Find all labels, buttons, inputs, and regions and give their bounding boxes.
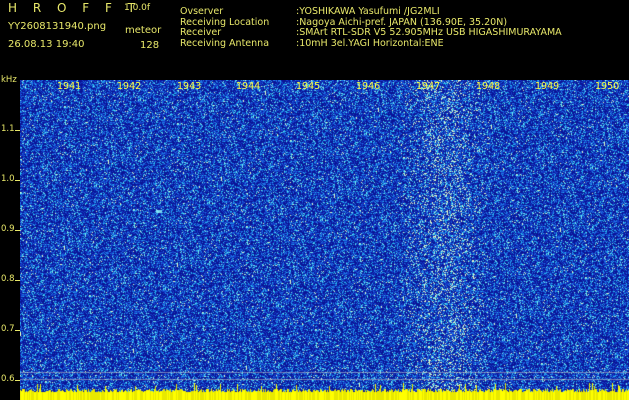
image-filename: YY2608131940.png (8, 21, 107, 32)
info-row-observer: Ovserver :YOSHIKAWA Yasufumi /JG2MLI (180, 6, 562, 17)
waterfall-canvas (20, 80, 629, 400)
capture-datetime: 26.08.13 19:40 (8, 39, 85, 50)
frequency-unit-label: kHz (1, 75, 17, 85)
app-logo: H R O F F T (8, 1, 142, 15)
app-version: 1.0.0f (124, 3, 151, 13)
info-row-receiver: Receiver :SMArt RTL-SDR V5 52.905MHz USB… (180, 27, 562, 38)
waterfall-spectrogram (20, 80, 629, 400)
info-key: Receiving Antenna (180, 37, 270, 49)
time-tick-label: 1946 (356, 81, 381, 92)
header-panel: H R O F F T 1.0.0f YY2608131940.png 26.0… (0, 0, 629, 80)
freq-tick-label: 0.6 (1, 374, 15, 384)
time-tick-label: 1944 (236, 81, 261, 92)
time-tick-label: 1949 (535, 81, 560, 92)
freq-tick-label: 1.0 (1, 174, 15, 184)
info-key: Receiving Location (180, 16, 270, 28)
info-value: :SMArt RTL-SDR V5 52.905MHz USB HIGASHIM… (296, 27, 562, 38)
info-value: :YOSHIKAWA Yasufumi /JG2MLI (296, 6, 440, 17)
meteor-label: meteor (125, 25, 162, 36)
time-tick-label: 1945 (296, 81, 321, 92)
time-tick-label: 1941 (57, 81, 82, 92)
freq-tick-label: 1.1 (1, 124, 15, 134)
freq-tick-label: 0.8 (1, 274, 15, 284)
meteor-count: 128 (140, 40, 160, 51)
time-tick-label: 1950 (595, 81, 620, 92)
info-value: :Nagoya Aichi-pref. JAPAN (136.90E, 35.2… (296, 16, 508, 28)
station-info: Ovserver :YOSHIKAWA Yasufumi /JG2MLI Rec… (180, 6, 562, 49)
info-key: Receiver (180, 27, 222, 38)
info-row-antenna: Receiving Antenna :10mH 3el.YAGI Horizon… (180, 38, 562, 49)
info-row-location: Receiving Location :Nagoya Aichi-pref. J… (180, 17, 562, 28)
freq-tick-label: 0.9 (1, 224, 15, 234)
info-value: :10mH 3el.YAGI Horizontal:ENE (296, 37, 444, 49)
time-tick-label: 1947 (416, 81, 441, 92)
time-tick-label: 1948 (476, 81, 501, 92)
time-tick-label: 1943 (177, 81, 202, 92)
time-tick-label: 1942 (117, 81, 142, 92)
info-key: Ovserver (180, 6, 224, 17)
freq-tick-label: 0.7 (1, 324, 15, 334)
